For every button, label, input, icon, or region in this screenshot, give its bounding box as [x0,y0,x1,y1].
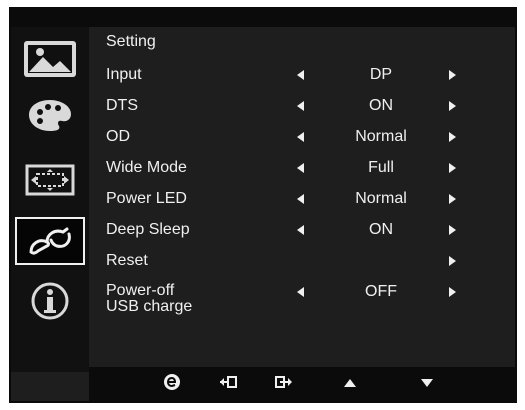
row-power-led[interactable]: Power LED Normal [11,190,515,214]
arrow-right-icon[interactable] [449,101,456,111]
row-value: Normal [355,128,407,145]
row-input[interactable]: Input DP [11,66,515,90]
arrow-right-icon[interactable] [449,287,456,297]
arrow-left-icon[interactable] [297,101,304,111]
row-label: Power-off USB charge [106,282,193,315]
row-label: OD [106,128,130,145]
down-icon [420,375,434,393]
menu-title: Setting [106,33,156,50]
row-label: Power LED [106,190,187,207]
row-power-off-usb-charge[interactable]: Power-off USB charge OFF [11,283,515,319]
top-bar [11,9,515,27]
row-deep-sleep[interactable]: Deep Sleep ON [11,221,515,245]
exit-button[interactable] [218,375,238,393]
arrow-right-icon[interactable] [449,132,456,142]
arrow-right-icon[interactable] [449,256,456,266]
row-label: Input [106,66,142,83]
row-value: Normal [355,190,407,207]
e-key-icon [163,373,181,396]
row-label: DTS [106,97,138,114]
row-label: Deep Sleep [106,221,190,238]
row-label: Wide Mode [106,159,187,176]
arrow-right-icon[interactable] [449,70,456,80]
arrow-left-icon[interactable] [297,70,304,80]
arrow-right-icon[interactable] [449,225,456,235]
arrow-left-icon[interactable] [297,132,304,142]
e-key-button[interactable] [162,373,182,396]
row-reset[interactable]: Reset [11,252,515,276]
osd-menu: Setting Input DP DTS ON OD Normal Wide M… [9,7,517,403]
row-value: ON [369,221,393,238]
enter-button[interactable] [274,375,294,393]
row-value: ON [369,97,393,114]
arrow-right-icon[interactable] [449,194,456,204]
row-value: OFF [365,283,397,300]
enter-icon [275,375,293,394]
row-label: Reset [106,252,148,269]
arrow-left-icon[interactable] [297,287,304,297]
row-od[interactable]: OD Normal [11,128,515,152]
up-button[interactable] [340,375,360,393]
row-value: Full [368,159,394,176]
arrow-right-icon[interactable] [449,163,456,173]
row-wide-mode[interactable]: Wide Mode Full [11,159,515,183]
arrow-left-icon[interactable] [297,225,304,235]
down-button[interactable] [417,375,437,393]
arrow-left-icon[interactable] [297,163,304,173]
up-icon [343,375,357,393]
row-value: DP [369,66,393,83]
footer-button-bar [89,367,517,401]
row-dts[interactable]: DTS ON [11,97,515,121]
exit-icon [219,375,237,394]
arrow-left-icon[interactable] [297,194,304,204]
